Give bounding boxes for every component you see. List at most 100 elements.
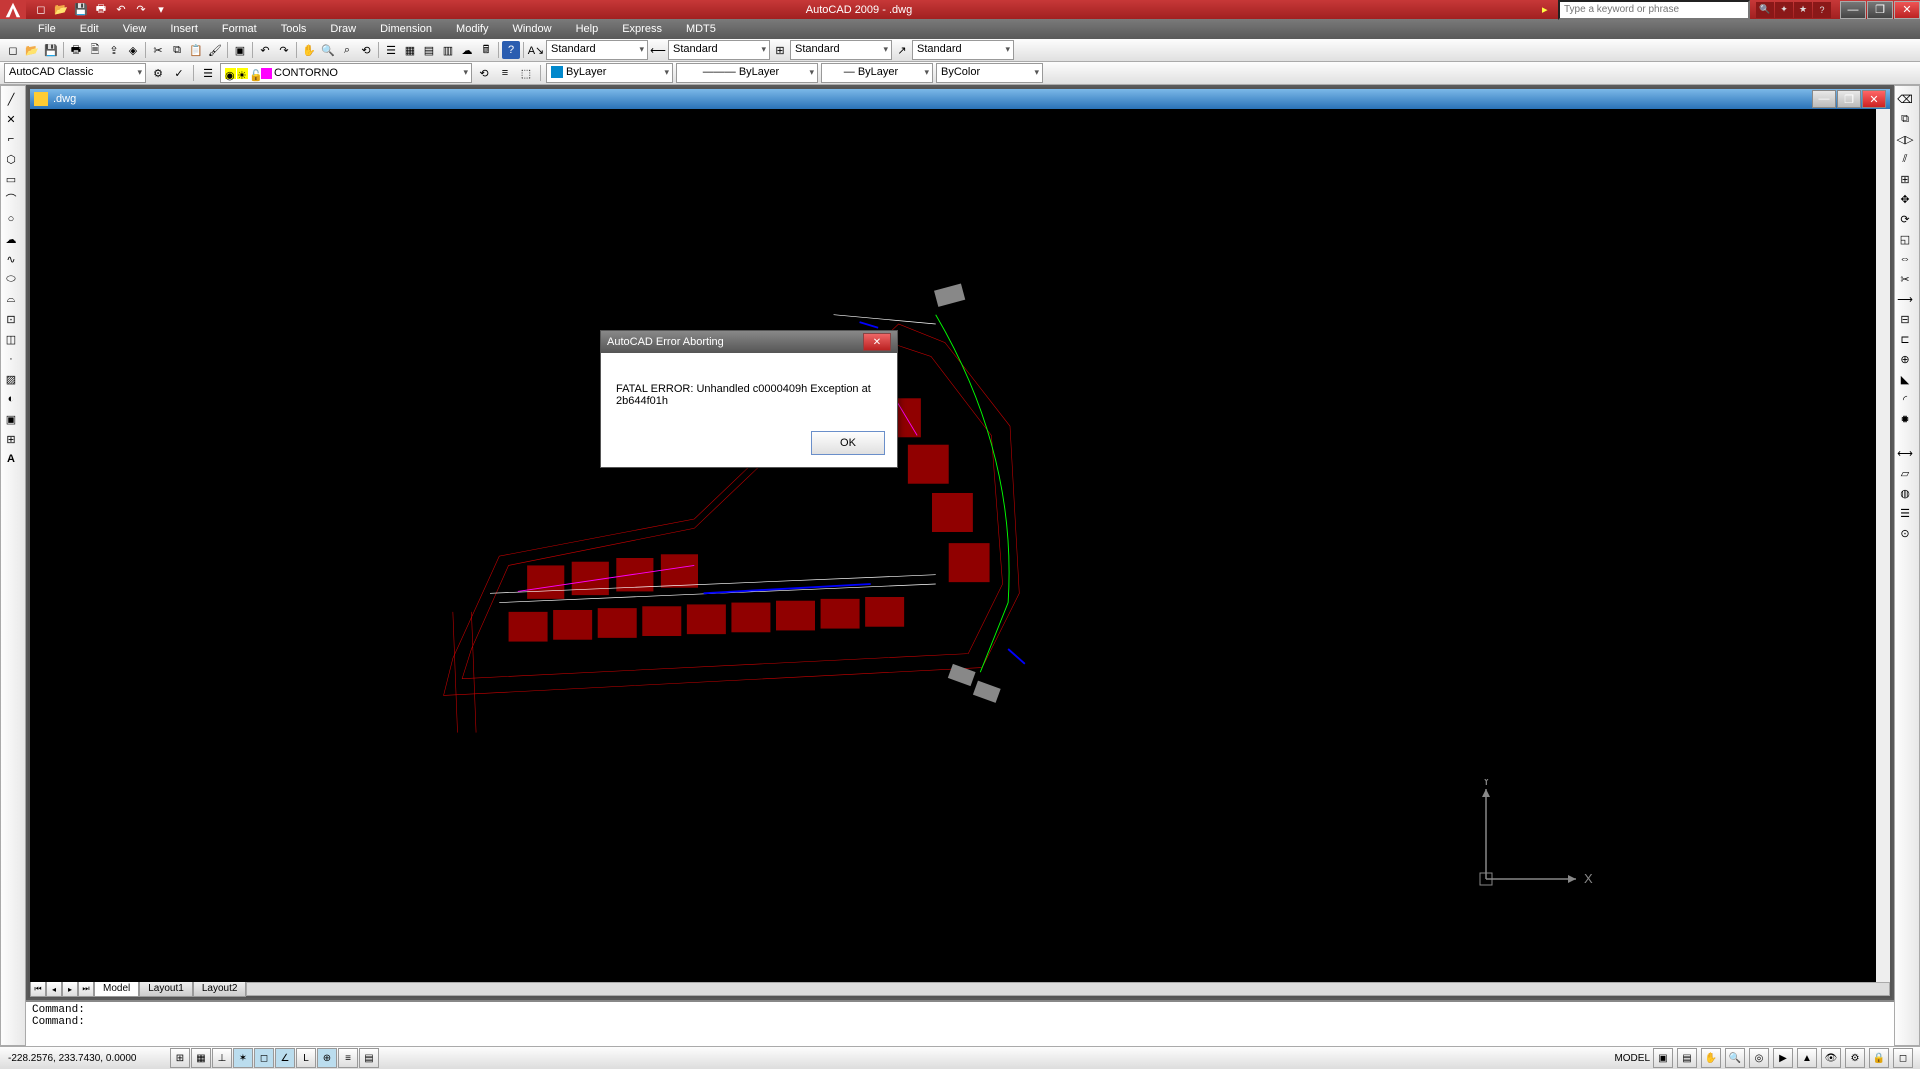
qat-dropdown-icon[interactable]: ▾ [152,2,170,18]
mleader-style-icon[interactable]: ↗ [893,41,911,59]
drawing-canvas[interactable]: X Y [30,109,1876,982]
app-logo[interactable] [0,0,26,19]
workspace-dropdown[interactable]: AutoCAD Classic [4,63,146,83]
save-icon[interactable]: 💾 [72,2,90,18]
polyline-icon[interactable]: ⌐ [2,130,20,148]
block-editor-icon[interactable]: ▣ [231,41,249,59]
properties-icon[interactable]: ☰ [382,41,400,59]
layer-states-icon[interactable]: ≡ [496,64,514,82]
tool-palettes-icon[interactable]: ▤ [420,41,438,59]
coordinates-readout[interactable]: -228.2576, 233.7430, 0.0000 [0,1053,166,1064]
list-icon[interactable]: ☰ [1896,504,1914,522]
layer-previous-icon[interactable]: ⟲ [475,64,493,82]
color-dropdown[interactable]: ByLayer [546,63,673,83]
scale-icon[interactable]: ◱ [1896,230,1914,248]
annotation-scale-icon[interactable]: ▲ [1797,1048,1817,1068]
ducs-toggle[interactable]: L [296,1048,316,1068]
mirror-icon[interactable]: ◁▷ [1896,130,1914,148]
gradient-icon[interactable]: ◐ [2,390,20,408]
linetype-dropdown[interactable]: ——— ByLayer [676,63,818,83]
make-block-icon[interactable]: ◫ [2,330,20,348]
rectangle-icon[interactable]: ▭ [2,170,20,188]
rotate-icon[interactable]: ⟳ [1896,210,1914,228]
osnap-toggle[interactable]: ◻ [254,1048,274,1068]
search-icon[interactable]: 🔍 [1756,2,1774,18]
menu-express[interactable]: Express [610,19,674,39]
new-icon[interactable]: ◻ [32,2,50,18]
polygon-icon[interactable]: ⬡ [2,150,20,168]
dyn-toggle[interactable]: ⊕ [317,1048,337,1068]
horizontal-scrollbar[interactable] [246,982,1890,996]
menu-mdt5[interactable]: MDT5 [674,19,728,39]
infocenter-flag-icon[interactable]: ▸ [1542,3,1558,16]
print-icon[interactable]: 🖶 [92,2,110,18]
point-icon[interactable]: · [2,350,20,368]
ortho-toggle[interactable]: ⊥ [212,1048,232,1068]
undo-icon[interactable]: ↶ [112,2,130,18]
menu-tools[interactable]: Tools [269,19,319,39]
copy-obj-icon[interactable]: ⧉ [1896,110,1914,128]
table-style-dropdown[interactable]: Standard [790,40,892,60]
hatch-icon[interactable]: ▨ [2,370,20,388]
circle-icon[interactable]: ○ [2,210,20,228]
layer-dropdown[interactable]: ◉ ☀ 🔓 CONTORNO [220,63,472,83]
workspace-settings-icon[interactable]: ⚙ [149,64,167,82]
markup-icon[interactable]: ☁ [458,41,476,59]
line-icon[interactable]: ╱ [2,90,20,108]
menu-modify[interactable]: Modify [444,19,500,39]
pan-icon[interactable]: ✋ [300,41,318,59]
publish-icon[interactable]: ⇪ [105,41,123,59]
menu-file[interactable]: File [26,19,68,39]
erase-icon[interactable]: ⌫ [1896,90,1914,108]
qp-toggle[interactable]: ▤ [359,1048,379,1068]
tab-layout2[interactable]: Layout2 [193,981,247,997]
quickview-drawings-icon[interactable]: ▤ [1677,1048,1697,1068]
menu-dimension[interactable]: Dimension [368,19,444,39]
tab-last-icon[interactable]: ⏭ [78,981,94,997]
menu-help[interactable]: Help [564,19,611,39]
help-icon[interactable]: ? [502,41,520,59]
doc-minimize-button[interactable]: — [1812,90,1836,108]
tab-model[interactable]: Model [94,981,139,997]
construction-line-icon[interactable]: ✕ [2,110,20,128]
menu-insert[interactable]: Insert [158,19,210,39]
snap-toggle[interactable]: ⊞ [170,1048,190,1068]
design-center-icon[interactable]: ▦ [401,41,419,59]
table-style-icon[interactable]: ⊞ [771,41,789,59]
zoom-realtime-icon[interactable]: 🔍 [319,41,337,59]
arc-icon[interactable]: ⌒ [2,190,20,208]
favorites-icon[interactable]: ★ [1794,2,1812,18]
area-icon[interactable]: ▱ [1896,464,1914,482]
plot-icon[interactable]: 🖶 [67,41,85,59]
dialog-close-button[interactable]: ✕ [863,333,891,351]
menu-window[interactable]: Window [500,19,563,39]
cut-icon[interactable]: ✂ [149,41,167,59]
menu-edit[interactable]: Edit [68,19,111,39]
insert-block-icon[interactable]: ⊡ [2,310,20,328]
revision-cloud-icon[interactable]: ☁ [2,230,20,248]
lwt-toggle[interactable]: ≡ [338,1048,358,1068]
move-icon[interactable]: ✥ [1896,190,1914,208]
3ddwf-icon[interactable]: ◈ [124,41,142,59]
zoom-window-icon[interactable]: ⌕ [338,41,356,59]
restore-button[interactable]: ❐ [1867,1,1893,19]
otrack-toggle[interactable]: ∠ [275,1048,295,1068]
steering-wheel-icon[interactable]: ◎ [1749,1048,1769,1068]
offset-icon[interactable]: ⫽ [1896,150,1914,168]
model-space-indicator[interactable]: MODEL [1614,1053,1650,1064]
region-icon[interactable]: ▣ [2,410,20,428]
open-icon[interactable]: 📂 [52,2,70,18]
plot-preview-icon[interactable]: 🗎 [86,41,104,59]
clean-screen-icon[interactable]: ◻ [1893,1048,1913,1068]
chamfer-icon[interactable]: ◣ [1896,370,1914,388]
showmotion-icon[interactable]: ▶ [1773,1048,1793,1068]
polar-toggle[interactable]: ✶ [233,1048,253,1068]
dim-style-dropdown[interactable]: Standard [668,40,770,60]
lock-toolbar-icon[interactable]: 🔒 [1869,1048,1889,1068]
workspace-switch-icon[interactable]: ⚙ [1845,1048,1865,1068]
zoom-status-icon[interactable]: 🔍 [1725,1048,1745,1068]
menu-draw[interactable]: Draw [318,19,368,39]
spline-icon[interactable]: ∿ [2,250,20,268]
search-input[interactable] [1558,0,1750,20]
locate-point-icon[interactable]: ⊙ [1896,524,1914,542]
